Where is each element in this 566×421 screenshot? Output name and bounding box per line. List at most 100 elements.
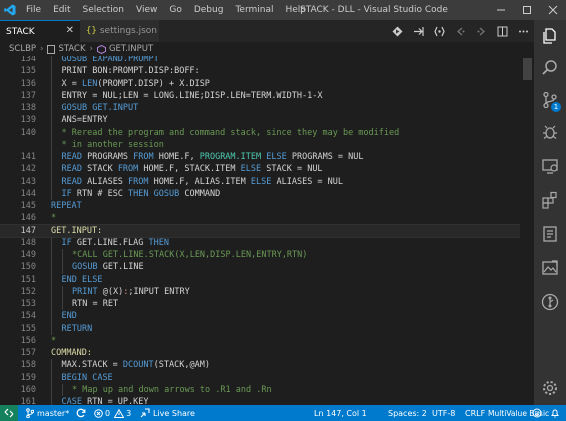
sync-button[interactable] (76, 405, 86, 421)
line-number[interactable]: 144 (0, 188, 36, 200)
code-line[interactable]: 148 IF GET.LINE.FLAG THEN (0, 236, 534, 249)
cursor-position[interactable]: Ln 147, Col 1 (314, 405, 367, 421)
line-number[interactable]: 141 (0, 151, 36, 163)
line-number[interactable]: 140 (0, 127, 36, 139)
line-number[interactable]: 158 (0, 359, 36, 371)
code-line[interactable]: 154 END (0, 310, 534, 323)
compare-changes-icon[interactable] (429, 20, 450, 42)
code-line[interactable]: 137 ENTRY = NUL;LEN = LONG.LINE;DISP.LEN=… (0, 89, 534, 102)
line-number[interactable]: 147 (0, 225, 36, 237)
code-line[interactable]: 136 X = LEN(PROMPT.DISP) + X.DISP (0, 77, 534, 90)
code-line[interactable]: * in another session (0, 138, 534, 151)
code-line[interactable]: 145 REPEAT (0, 200, 534, 212)
vertical-scrollbar-track[interactable] (520, 56, 534, 405)
debug-icon[interactable] (534, 116, 566, 148)
menu-go[interactable]: Go (163, 5, 187, 15)
code-line[interactable]: 143 READ ALIASES FROM HOME.F, ALIAS.ITEM … (0, 175, 534, 188)
line-number[interactable]: 139 (0, 114, 36, 126)
code-line[interactable]: 159 BEGIN CASE (0, 371, 534, 384)
code-line[interactable]: 141 READ PROGRAMS FROM HOME.F, PROGRAM.IT… (0, 151, 534, 164)
menu-edit[interactable]: Edit (47, 5, 76, 15)
code-line[interactable]: 150 GOSUB GET.LINE (0, 261, 534, 274)
image-preview-icon[interactable] (534, 252, 566, 284)
line-number[interactable]: 143 (0, 176, 36, 188)
line-number[interactable]: 136 (0, 78, 36, 90)
source-control-icon[interactable]: 1 (534, 84, 566, 116)
line-number[interactable]: 134 (0, 56, 36, 65)
line-number[interactable]: 137 (0, 90, 36, 102)
line-number[interactable]: 151 (0, 274, 36, 286)
line-number[interactable]: 135 (0, 65, 36, 77)
code-line[interactable]: 135 PRINT BON:PROMPT.DISP:BOFF: (0, 65, 534, 78)
breadcrumb-symbol[interactable]: GET.INPUT (109, 44, 153, 54)
settings-gear-icon[interactable] (534, 372, 566, 404)
code-line[interactable]: 140 * Reread the program and command stac… (0, 126, 534, 139)
problems-indicator[interactable]: 0 3 (94, 405, 131, 421)
minimize-button[interactable] (488, 0, 514, 20)
run-icon[interactable] (387, 20, 408, 42)
more-actions-icon[interactable] (513, 20, 534, 42)
code-line[interactable]: 160 * Map up and down arrows to .R1 and .… (0, 383, 534, 396)
tab-stack[interactable]: STACK ✕ (0, 20, 80, 42)
line-number[interactable]: 148 (0, 237, 36, 249)
previous-change-icon[interactable] (450, 20, 471, 42)
live-share-button[interactable]: Live Share (140, 405, 195, 421)
code-line[interactable]: 153 RTN = RET (0, 298, 534, 311)
code-line[interactable]: 139 ANS=ENTRY (0, 114, 534, 127)
code-line[interactable]: 138 GOSUB GET.INPUT (0, 102, 534, 115)
code-line[interactable]: 149 *CALL GET.LINE.STACK(X,LEN,DISP.LEN,E… (0, 249, 534, 262)
remote-explorer-icon[interactable] (534, 150, 566, 182)
close-tab-icon[interactable]: ✕ (66, 25, 74, 36)
line-number[interactable]: 154 (0, 310, 36, 322)
line-number[interactable]: 159 (0, 372, 36, 384)
line-number[interactable]: 153 (0, 298, 36, 310)
code-line[interactable]: 158 MAX.STACK = DCOUNT(STACK,@AM) (0, 359, 534, 372)
remote-indicator[interactable] (0, 405, 18, 421)
notifications-button[interactable] (549, 405, 561, 421)
line-number[interactable]: 156 (0, 335, 36, 347)
line-number[interactable]: 149 (0, 249, 36, 261)
next-change-icon[interactable] (471, 20, 492, 42)
code-line[interactable]: 155 RETURN (0, 322, 534, 335)
line-number[interactable]: 146 (0, 212, 36, 224)
line-number[interactable]: 138 (0, 102, 36, 114)
line-number[interactable]: 142 (0, 163, 36, 175)
line-ending[interactable]: CRLF (465, 405, 485, 421)
explorer-icon[interactable] (534, 20, 566, 52)
vertical-scrollbar-thumb[interactable] (523, 58, 532, 80)
menu-view[interactable]: View (130, 5, 163, 15)
search-icon[interactable] (534, 52, 566, 84)
code-line[interactable]: 156 * (0, 335, 534, 347)
line-number[interactable]: 160 (0, 384, 36, 396)
extensions-icon[interactable] (534, 184, 566, 216)
git-graph-icon[interactable] (534, 286, 566, 318)
menu-file[interactable]: File (20, 5, 47, 15)
code-editor[interactable]: 134 GOSUB EXPAND.PROMPT 135 PRINT BON:PROMP… (0, 56, 534, 405)
branch-indicator[interactable]: master* (26, 405, 69, 421)
split-editor-icon[interactable] (492, 20, 513, 42)
line-number[interactable]: 145 (0, 200, 36, 212)
code-line[interactable]: 134 GOSUB EXPAND.PROMPT (0, 56, 534, 66)
line-number[interactable]: 161 (0, 396, 36, 405)
code-line[interactable]: 157 COMMAND: (0, 347, 534, 359)
maximize-button[interactable] (514, 0, 540, 20)
code-line[interactable]: 152 PRINT @(X):;INPUT ENTRY (0, 285, 534, 298)
code-line[interactable]: 142 READ STACK FROM HOME.F, STACK.ITEM EL… (0, 163, 534, 176)
close-window-button[interactable] (540, 0, 566, 20)
encoding[interactable]: UTF-8 (432, 405, 455, 421)
line-number[interactable]: 155 (0, 323, 36, 335)
code-line[interactable]: 147 GET.INPUT: (0, 223, 534, 238)
breadcrumb-file[interactable]: STACK (58, 44, 85, 54)
code-line[interactable]: 151 END ELSE (0, 273, 534, 286)
test-explorer-icon[interactable] (534, 218, 566, 250)
menu-debug[interactable]: Debug (188, 5, 230, 15)
menu-selection[interactable]: Selection (77, 5, 130, 15)
menu-terminal[interactable]: Terminal (229, 5, 279, 15)
code-line[interactable]: 144 IF RTN # ESC THEN GOSUB COMMAND (0, 187, 534, 200)
breadcrumb-root[interactable]: SCLBP (9, 44, 36, 54)
indentation[interactable]: Spaces: 2 (388, 405, 427, 421)
code-line[interactable]: 146 * (0, 212, 534, 224)
line-number[interactable]: 157 (0, 347, 36, 359)
line-number[interactable]: 150 (0, 261, 36, 273)
tab-settings-json[interactable]: {} settings.json (80, 20, 160, 42)
